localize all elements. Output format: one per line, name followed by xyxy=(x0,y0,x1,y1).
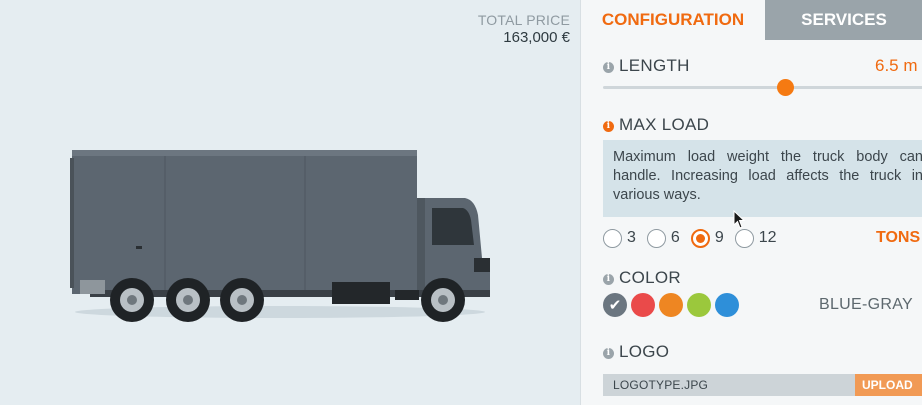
load-option-label: 3 xyxy=(627,229,636,246)
length-slider-thumb[interactable] xyxy=(776,79,794,96)
load-option-label: 12 xyxy=(758,229,777,246)
load-option-label: 9 xyxy=(714,229,724,246)
color-label: COLOR xyxy=(619,268,681,287)
load-option-9[interactable]: 9 xyxy=(690,228,724,248)
length-slider[interactable] xyxy=(603,79,922,96)
radio-button[interactable] xyxy=(603,228,622,248)
selected-color-name: BLUE-GRAY xyxy=(819,296,913,313)
mouse-cursor-icon xyxy=(733,210,746,229)
color-swatches: ✔ xyxy=(603,293,743,317)
color-swatch-blue[interactable] xyxy=(715,293,739,317)
truck-image xyxy=(70,150,490,322)
max-load-options: 3 6 9 12 xyxy=(603,227,788,249)
info-icon[interactable]: i xyxy=(603,121,614,132)
color-heading: i COLOR xyxy=(603,268,681,288)
load-option-3[interactable]: 3 xyxy=(603,228,636,248)
upload-button[interactable]: UPLOAD xyxy=(855,374,922,396)
length-heading: i LENGTH xyxy=(603,56,690,76)
check-icon: ✔ xyxy=(608,296,622,314)
truck-preview-area: TOTAL PRICE 163,000 € xyxy=(0,0,580,405)
info-icon[interactable]: i xyxy=(603,62,614,73)
tab-services[interactable]: SERVICES xyxy=(765,0,922,40)
radio-button[interactable] xyxy=(646,228,666,248)
load-option-12[interactable]: 12 xyxy=(734,228,777,248)
max-load-label: MAX LOAD xyxy=(619,115,710,134)
length-value: 6.5 m xyxy=(875,56,918,75)
tab-bar: CONFIGURATION SERVICES xyxy=(581,0,922,40)
total-price: TOTAL PRICE 163,000 € xyxy=(478,12,570,46)
tab-configuration[interactable]: CONFIGURATION xyxy=(581,0,765,40)
info-icon[interactable]: i xyxy=(603,348,614,359)
max-load-tooltip: Maximum load weight the truck body can h… xyxy=(603,140,922,217)
color-swatch-orange[interactable] xyxy=(659,293,683,317)
color-swatch-red[interactable] xyxy=(631,293,655,317)
color-swatch-blue-gray[interactable]: ✔ xyxy=(603,293,627,317)
logo-filename-field[interactable]: LOGOTYPE.JPG xyxy=(603,374,855,396)
color-swatch-green[interactable] xyxy=(687,293,711,317)
radio-button[interactable] xyxy=(734,228,754,248)
total-price-value: 163,000 € xyxy=(503,29,570,46)
load-unit: TONS xyxy=(876,229,921,246)
radio-button-selected[interactable] xyxy=(690,228,710,248)
load-option-6[interactable]: 6 xyxy=(646,228,680,248)
total-price-label: TOTAL PRICE xyxy=(477,12,570,28)
max-load-heading: i MAX LOAD xyxy=(603,115,709,135)
logo-label: LOGO xyxy=(619,342,670,361)
info-icon[interactable]: i xyxy=(603,274,614,285)
length-label: LENGTH xyxy=(619,56,690,75)
configuration-panel: CONFIGURATION SERVICES i LENGTH 6.5 m i MA… xyxy=(580,0,922,405)
load-option-label: 6 xyxy=(670,229,680,246)
logo-heading: i LOGO xyxy=(603,342,669,362)
